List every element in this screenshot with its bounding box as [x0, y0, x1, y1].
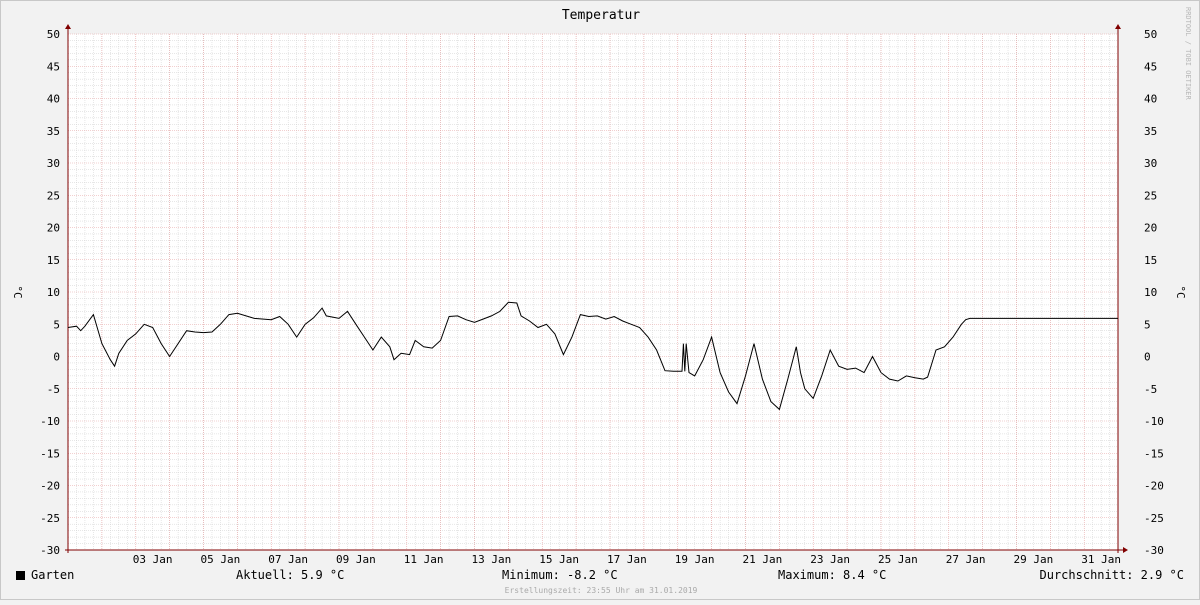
- y-tick-label: -10: [1144, 415, 1164, 428]
- x-tick-label: 03 Jan: [133, 553, 173, 566]
- y-tick-label: 15: [47, 254, 60, 267]
- watermark: RRDTOOL / TOBI OETIKER: [1184, 7, 1192, 100]
- creation-timestamp: Erstellungszeit: 23:55 Uhr am 31.01.2019: [504, 586, 698, 595]
- y-tick-labels-right: 50454035302520151050-5-10-15-20-25-30: [1144, 28, 1164, 557]
- y-tick-label: 30: [47, 157, 60, 170]
- x-tick-label: 27 Jan: [946, 553, 986, 566]
- y-axis-arrow-right: [1115, 24, 1121, 29]
- x-tick-labels: 03 Jan 05 Jan 07 Jan 09 Jan 11 Jan 13 Jan 15 J…: [133, 553, 1121, 566]
- x-tick-label: 09 Jan: [336, 553, 376, 566]
- x-tick-label: 13 Jan: [472, 553, 512, 566]
- stat-maximum: Maximum: 8.4 °C: [778, 568, 887, 582]
- y-tick-label: -20: [1144, 480, 1164, 493]
- y-tick-label: 5: [53, 318, 60, 331]
- y-tick-label: 35: [1144, 125, 1157, 138]
- x-tick-label: 07 Jan: [268, 553, 308, 566]
- y-tick-label: 20: [1144, 222, 1157, 235]
- y-tick-label: -20: [40, 480, 60, 493]
- legend-series-name: Garten: [31, 568, 75, 582]
- y-tick-label: 50: [47, 28, 60, 41]
- y-axis-label-left: °C: [11, 285, 24, 298]
- y-tick-label: -5: [1144, 383, 1157, 396]
- y-tick-label: 25: [1144, 189, 1157, 202]
- temperature-chart: 50454035302520151050-5-10-15-20-25-30 50…: [11, 8, 1187, 566]
- y-tick-label: 50: [1144, 28, 1157, 41]
- y-tick-label: 20: [47, 222, 60, 235]
- x-tick-label: 21 Jan: [743, 553, 783, 566]
- chart-title: Temperatur: [562, 8, 640, 23]
- stat-minimum: Minimum: -8.2 °C: [502, 568, 618, 582]
- x-tick-label: 19 Jan: [675, 553, 715, 566]
- x-axis-arrow: [1123, 547, 1128, 553]
- y-tick-label: -30: [40, 544, 60, 557]
- y-tick-label: 40: [47, 93, 60, 106]
- x-tick-label: 23 Jan: [810, 553, 850, 566]
- y-axis-label-right: °C: [1174, 285, 1187, 298]
- y-tick-label: 35: [47, 125, 60, 138]
- y-tick-label: 10: [1144, 286, 1157, 299]
- y-tick-label: -10: [40, 415, 60, 428]
- y-tick-label: 0: [1144, 351, 1151, 364]
- y-tick-label: 15: [1144, 254, 1157, 267]
- stat-aktuell: Aktuell: 5.9 °C: [236, 568, 345, 582]
- y-tick-label: 45: [47, 60, 60, 73]
- y-tick-label: -25: [1144, 512, 1164, 525]
- y-tick-label: -30: [1144, 544, 1164, 557]
- y-axis-arrow-left: [65, 24, 71, 29]
- y-tick-label: 25: [47, 189, 60, 202]
- legend-swatch: [16, 571, 25, 580]
- y-tick-label: 0: [53, 351, 60, 364]
- x-tick-label: 25 Jan: [878, 553, 918, 566]
- x-tick-label: 05 Jan: [201, 553, 241, 566]
- x-tick-label: 11 Jan: [404, 553, 444, 566]
- y-tick-label: 30: [1144, 157, 1157, 170]
- y-tick-label: 45: [1144, 60, 1157, 73]
- y-tick-label: -15: [40, 447, 60, 460]
- x-tick-label: 17 Jan: [607, 553, 647, 566]
- legend-entry-garten: Garten: [16, 568, 74, 582]
- x-tick-label: 15 Jan: [539, 553, 579, 566]
- stat-durchschnitt: Durchschnitt: 2.9 °C: [1039, 568, 1185, 582]
- y-tick-label: 40: [1144, 93, 1157, 106]
- y-tick-label: -25: [40, 512, 60, 525]
- x-tick-label: 29 Jan: [1014, 553, 1054, 566]
- y-tick-label: -15: [1144, 447, 1164, 460]
- chart-frame: 50 45 40 35 30 25 20 15 10 5 0 -5 -10 -15 -20 -25 -30 50…: [0, 0, 1200, 600]
- y-tick-label: -5: [47, 383, 60, 396]
- x-tick-label: 31 Jan: [1081, 553, 1121, 566]
- y-tick-label: 10: [47, 286, 60, 299]
- y-tick-label: 5: [1144, 318, 1151, 331]
- y-tick-labels-left: 50454035302520151050-5-10-15-20-25-30: [40, 28, 60, 557]
